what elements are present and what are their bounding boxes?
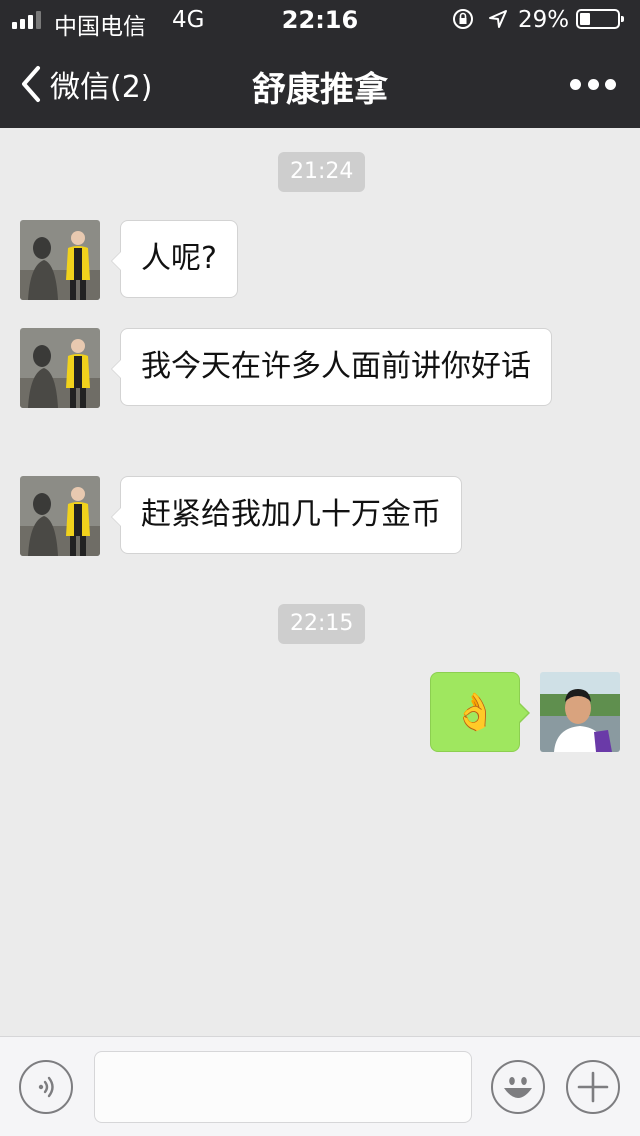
contact-avatar[interactable] [20, 328, 100, 408]
location-arrow-icon [489, 10, 507, 28]
my-avatar[interactable] [540, 672, 620, 752]
message-bubble-outgoing[interactable]: 👌 [430, 672, 530, 752]
input-bar [0, 1036, 640, 1136]
back-label: 微信(2) [50, 70, 153, 105]
emoji-icon [504, 1077, 532, 1098]
message-bubble-incoming[interactable]: 人呢? [111, 220, 238, 298]
voice-icon [38, 1076, 54, 1098]
plus-icon [577, 1071, 609, 1103]
message-text: 赶紧给我加几十万金币 [141, 497, 441, 532]
battery-icon [576, 9, 624, 29]
timestamp: 21:24 [278, 152, 366, 192]
back-button[interactable]: 微信(2) [18, 64, 153, 105]
battery-level [580, 13, 590, 25]
plus-button[interactable] [566, 1060, 620, 1114]
message-bubble-incoming[interactable]: 赶紧给我加几十万金币 [111, 476, 462, 554]
more-dots-icon[interactable] [570, 70, 616, 98]
battery-percentage: 29% [518, 7, 570, 33]
status-bar: 中国电信 4G 22:16 29% [0, 0, 640, 40]
orientation-lock-icon [453, 9, 473, 29]
message-input[interactable] [94, 1051, 472, 1123]
nav-bar: 微信(2) 舒康推拿 [0, 40, 640, 128]
chevron-left-icon [22, 66, 40, 102]
message-bubble-incoming[interactable]: 我今天在许多人面前讲你好话 [111, 328, 552, 406]
voice-button[interactable] [19, 1060, 73, 1114]
emoji-button[interactable] [491, 1060, 545, 1114]
contact-avatar[interactable] [20, 220, 100, 300]
message-text: 人呢? [141, 241, 217, 276]
message-text: 我今天在许多人面前讲你好话 [141, 349, 531, 384]
chat-title: 舒康推拿 [252, 70, 388, 110]
ok-hand-emoji: 👌 [452, 692, 498, 733]
contact-avatar[interactable] [20, 476, 100, 556]
timestamp: 22:15 [278, 604, 366, 644]
